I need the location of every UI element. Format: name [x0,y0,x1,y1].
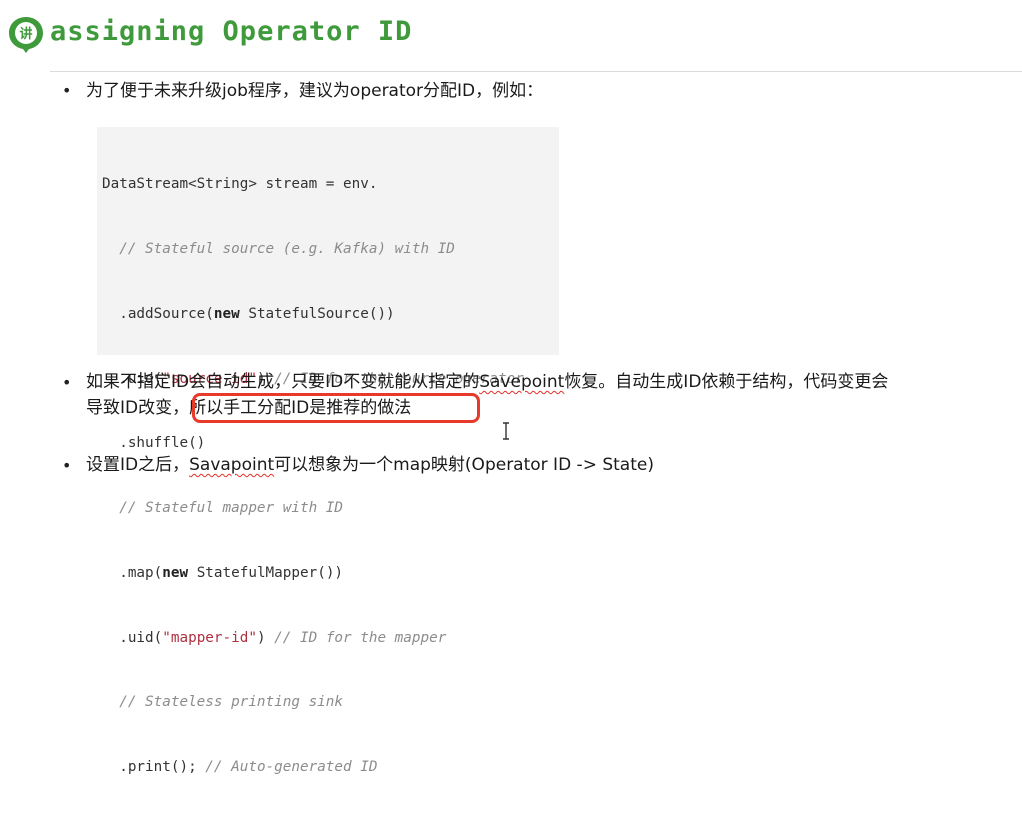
code-line: .map(new StatefulMapper()) [102,564,344,581]
code-line: DataStream<String> stream = env. [102,176,378,193]
code-line: // Stateless printing sink [102,694,344,711]
bullet-marker: • [62,81,72,100]
code-line: // Stateful mapper with ID [102,500,344,517]
bullet-3-text: 设置ID之后，Savapoint可以想象为一个map映射(Operator ID… [86,455,654,475]
bullet-marker: • [62,456,72,475]
code-line: .shuffle() [102,435,206,452]
bullet-1-text: 为了便于未来升级job程序，建议为operator分配ID，例如： [86,81,544,101]
code-line: .print(); // Auto-generated ID [102,759,378,776]
page-title: assigning Operator ID [50,16,413,47]
bullet-marker: • [62,373,72,392]
speech-bubble-logo-icon: 讲 [9,17,43,53]
spellcheck-word: Savapoint [189,455,275,475]
spellcheck-word: Savepoint [479,372,565,392]
text-cursor-icon [503,422,509,440]
title-divider [50,71,1022,72]
bullet-2-line-1: 如果不指定ID会自动生成，只要ID不变就能从指定的Savepoint恢复。自动生… [86,372,889,392]
code-line: .uid("mapper-id") // ID for the mapper [102,629,447,646]
code-line: // Stateful source (e.g. Kafka) with ID [102,240,455,257]
highlight-annotation-box [192,393,480,423]
logo-glyph: 讲 [19,26,32,42]
code-line: .addSource(new StatefulSource()) [102,305,395,322]
code-block: DataStream<String> stream = env. // Stat… [97,127,559,775]
